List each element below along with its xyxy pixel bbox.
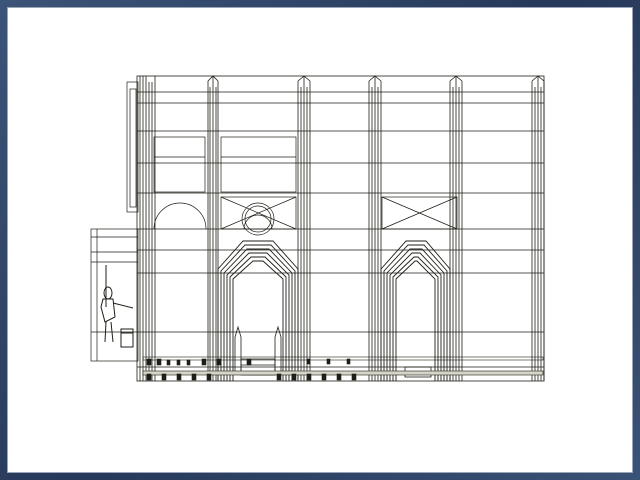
- pillar-1: [139, 76, 156, 381]
- pillar-4: [368, 75, 382, 381]
- pinnacles: [234, 325, 432, 378]
- viewport-canvas[interactable]: [7, 7, 633, 473]
- wall-outline: [136, 75, 545, 382]
- pillar-3: [297, 75, 311, 381]
- figure: [100, 265, 134, 348]
- upper-panels: [153, 136, 458, 236]
- pillar-2: [207, 75, 219, 381]
- viewport-frame: [0, 0, 640, 480]
- left-annex: [90, 81, 139, 362]
- pillars: [139, 75, 545, 381]
- base-molding: [142, 356, 544, 381]
- pillar-6: [531, 75, 545, 381]
- wireframe-drawing[interactable]: [7, 7, 633, 473]
- pillar-5: [449, 75, 463, 381]
